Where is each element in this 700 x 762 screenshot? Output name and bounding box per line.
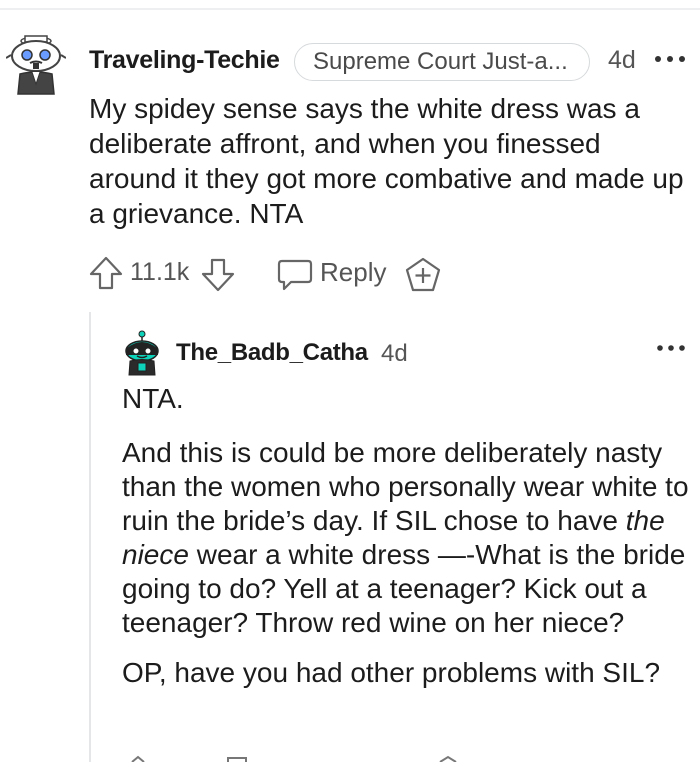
reply-text: wear a white dress —-What is the bride g…: [122, 539, 686, 638]
more-options-icon[interactable]: [656, 342, 686, 354]
user-flair: Supreme Court Just-a...: [294, 43, 590, 81]
thread-line[interactable]: [89, 312, 91, 762]
arrow-up-icon[interactable]: [88, 255, 124, 291]
more-options-icon[interactable]: [653, 52, 687, 66]
top-divider: [0, 8, 700, 10]
reply-label: Reply: [320, 257, 387, 287]
comment-timestamp[interactable]: 4d: [608, 46, 636, 75]
reply-paragraph: And this is could be more deliberately n…: [122, 436, 692, 640]
user-avatar[interactable]: [6, 26, 66, 96]
reply-paragraph: NTA.: [122, 383, 184, 414]
reply-action-bar: [131, 755, 457, 762]
comment-action-bar: 11.1k Reply: [88, 252, 688, 296]
reply-body: NTA. And this is could be more deliberat…: [122, 382, 692, 706]
reply-paragraph: OP, have you had other problems with SIL…: [122, 657, 661, 688]
vote-count: 11.1k: [130, 258, 190, 286]
comment-text: My spidey sense says the white dress was…: [89, 93, 684, 229]
comment-username[interactable]: Traveling-Techie: [89, 46, 280, 75]
arrow-down-icon[interactable]: [200, 257, 236, 293]
comment-body: My spidey sense says the white dress was…: [89, 91, 689, 231]
reply-text: And this is could be more deliberately n…: [122, 437, 689, 536]
speech-bubble-icon: [277, 259, 313, 291]
reply-timestamp[interactable]: 4d: [381, 340, 408, 368]
user-avatar[interactable]: [122, 330, 162, 376]
award-plus-icon[interactable]: [404, 257, 442, 293]
reply-username[interactable]: The_Badb_Catha: [176, 339, 368, 367]
